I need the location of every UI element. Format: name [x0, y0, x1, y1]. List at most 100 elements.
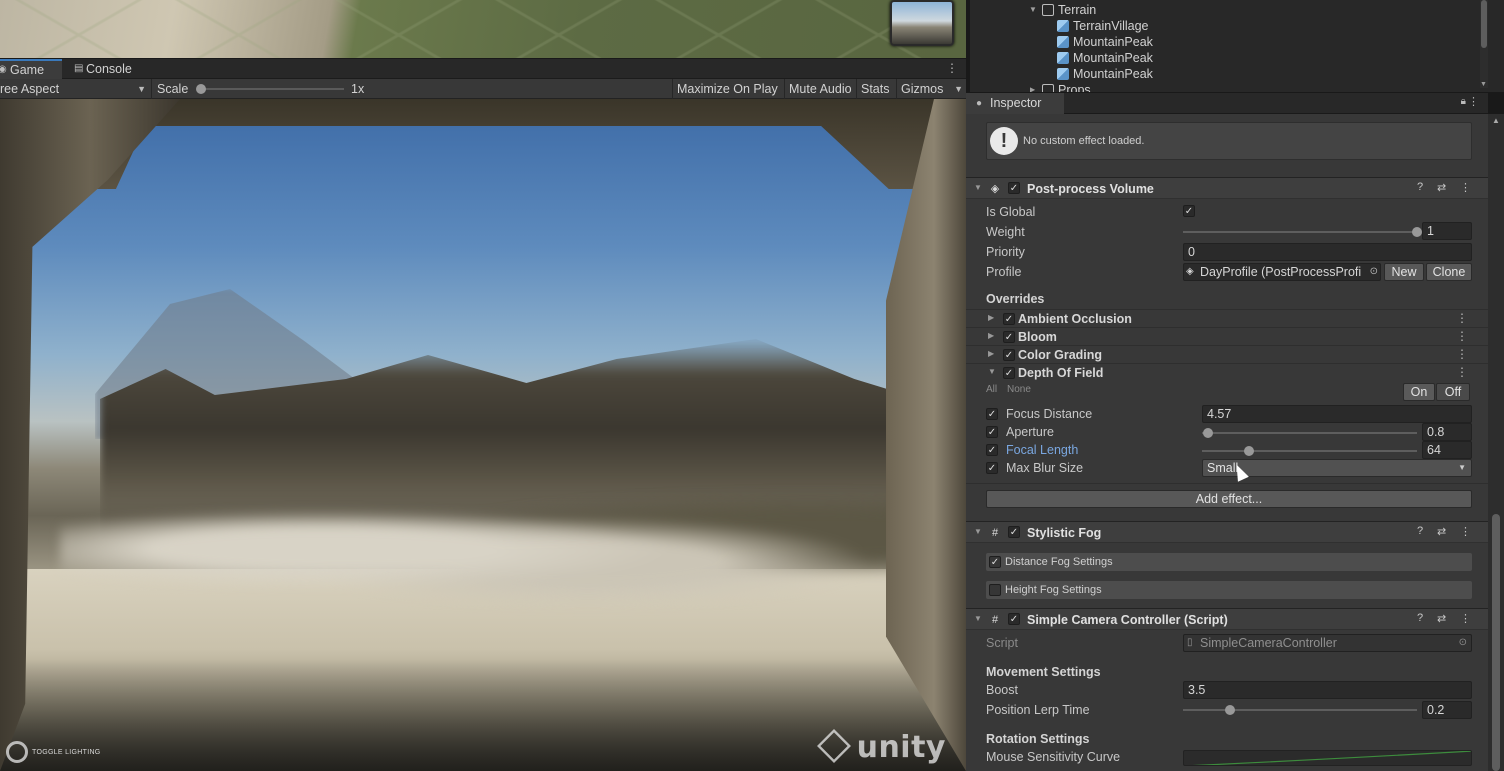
focus-distance-label: Focus Distance	[1006, 407, 1093, 421]
override-enabled-checkbox[interactable]: ✓	[1003, 367, 1015, 379]
position-lerp-time-field[interactable]: 0.2	[1422, 701, 1472, 719]
override-enabled-checkbox[interactable]: ✓	[1003, 349, 1015, 361]
scale-slider-track[interactable]	[198, 88, 344, 90]
tab-game[interactable]: ◉ Game	[0, 59, 62, 79]
distance-fog-checkbox[interactable]: ✓	[989, 556, 1001, 568]
override-depth-of-field[interactable]: ▼ ✓ Depth Of Field ⋮	[966, 363, 1488, 381]
focal-length-slider-knob[interactable]	[1244, 446, 1255, 456]
component-header-stylistic-fog[interactable]: ▼ # ✓ Stylistic Fog ? ⇄ ⋮	[966, 521, 1488, 543]
fold-closed-icon: ▶	[988, 349, 995, 358]
add-effect-button[interactable]: Add effect...	[986, 490, 1472, 508]
focal-length-field[interactable]: 64	[1422, 441, 1472, 459]
toggle-lighting-button[interactable]: TOGGLE LIGHTING	[6, 741, 101, 763]
hierarchy-item-mountainpeak[interactable]: MountainPeak	[1057, 34, 1153, 50]
max-blur-override-checkbox[interactable]: ✓	[986, 462, 998, 474]
scrollbar-thumb[interactable]	[1492, 514, 1500, 771]
mute-audio-button[interactable]: Mute Audio	[784, 79, 856, 99]
override-color-grading[interactable]: ▶ ✓ Color Grading ⋮	[966, 345, 1488, 363]
hierarchy-item-terrainvillage[interactable]: TerrainVillage	[1057, 18, 1149, 34]
lerp-slider-track[interactable]	[1183, 709, 1417, 711]
kebab-menu-icon[interactable]: ⋮	[946, 61, 958, 75]
kebab-menu-icon[interactable]: ⋮	[1456, 365, 1468, 379]
focal-length-slider-track[interactable]	[1202, 450, 1417, 452]
kebab-menu-icon[interactable]: ⋮	[1456, 347, 1468, 361]
hierarchy-item-mountainpeak[interactable]: MountainPeak	[1057, 66, 1153, 82]
inspector-scrollbar[interactable]: ▲	[1488, 114, 1504, 771]
help-icon[interactable]: ?	[1417, 525, 1423, 537]
scene-view[interactable]	[0, 0, 966, 58]
tab-inspector[interactable]: ● Inspector	[966, 93, 1064, 114]
focus-distance-field[interactable]: 4.57	[1202, 405, 1472, 423]
select-all-link[interactable]: All	[986, 384, 997, 395]
scale-slider-knob[interactable]	[196, 84, 206, 94]
tab-console[interactable]: ▤ Console	[72, 59, 152, 79]
hierarchy-item-terrain[interactable]: ▼ Terrain	[1029, 2, 1096, 18]
override-enabled-checkbox[interactable]: ✓	[1003, 313, 1015, 325]
aperture-slider-track[interactable]	[1202, 432, 1417, 434]
boost-field[interactable]: 3.5	[1183, 681, 1472, 699]
scrollbar-thumb[interactable]	[1481, 0, 1487, 48]
stats-button[interactable]: Stats	[856, 79, 894, 99]
component-enabled-checkbox[interactable]: ✓	[1008, 613, 1020, 625]
select-none-link[interactable]: None	[1007, 384, 1031, 395]
component-header-simple-camera-controller[interactable]: ▼ # ✓ Simple Camera Controller (Script) …	[966, 608, 1488, 630]
weight-slider-knob[interactable]	[1412, 227, 1422, 237]
component-enabled-checkbox[interactable]: ✓	[1008, 182, 1020, 194]
override-name: Ambient Occlusion	[1018, 312, 1132, 326]
aperture-field[interactable]: 0.8	[1422, 423, 1472, 441]
new-profile-button[interactable]: New	[1384, 263, 1424, 281]
fold-open-icon: ▼	[988, 367, 996, 376]
gizmos-dropdown[interactable]: Gizmos ▼	[896, 79, 966, 99]
presets-icon[interactable]: ⇄	[1437, 525, 1446, 538]
on-button[interactable]: On	[1403, 383, 1435, 401]
weight-slider-track[interactable]	[1183, 231, 1417, 233]
focal-length-override-checkbox[interactable]: ✓	[986, 444, 998, 456]
kebab-menu-icon[interactable]: ⋮	[1456, 311, 1468, 325]
aperture-override-checkbox[interactable]: ✓	[986, 426, 998, 438]
scroll-up-icon[interactable]: ▲	[1492, 116, 1500, 125]
game-tab-bar: ◉ Game ▤ Console ⋮	[0, 59, 966, 79]
maximize-on-play-button[interactable]: Maximize On Play	[672, 79, 782, 99]
profile-object-field[interactable]: ◈ DayProfile (PostProcessProfi ⊙	[1183, 263, 1381, 281]
is-global-checkbox[interactable]: ✓	[1183, 205, 1195, 217]
component-header-post-process-volume[interactable]: ▼ ◈ ✓ Post-process Volume ? ⇄ ⋮	[966, 177, 1488, 199]
component-enabled-checkbox[interactable]: ✓	[1008, 526, 1020, 538]
profile-asset-icon: ◈	[1186, 266, 1194, 277]
help-icon[interactable]: ?	[1417, 181, 1423, 193]
height-fog-checkbox[interactable]	[989, 584, 1001, 596]
game-toolbar: ree Aspect ▼ Scale 1x Maximize On Play M…	[0, 79, 966, 99]
post-process-icon: ◈	[990, 183, 1000, 195]
aspect-dropdown[interactable]: ree Aspect ▼	[0, 79, 150, 99]
kebab-menu-icon[interactable]: ⋮	[1460, 181, 1471, 194]
presets-icon[interactable]: ⇄	[1437, 181, 1446, 194]
height-fog-foldout[interactable]: Height Fog Settings	[986, 581, 1472, 599]
distance-fog-foldout[interactable]: ✓ Distance Fog Settings	[986, 553, 1472, 571]
hierarchy-item-mountainpeak[interactable]: MountainPeak	[1057, 50, 1153, 66]
weight-field[interactable]: 1	[1422, 222, 1472, 240]
presets-icon[interactable]: ⇄	[1437, 612, 1446, 625]
game-viewport[interactable]: TOGGLE LIGHTING unity	[0, 99, 966, 771]
mouse-sensitivity-curve-field[interactable]	[1183, 750, 1472, 766]
off-button[interactable]: Off	[1436, 383, 1470, 401]
info-icon: ●	[976, 98, 983, 109]
lock-icon[interactable]: 🔒︎	[1461, 96, 1466, 107]
kebab-menu-icon[interactable]: ⋮	[1460, 612, 1471, 625]
aperture-slider-knob[interactable]	[1203, 428, 1214, 438]
boost-label: Boost	[986, 683, 1018, 697]
help-icon[interactable]: ?	[1417, 612, 1423, 624]
kebab-menu-icon[interactable]: ⋮	[1468, 95, 1479, 108]
lerp-slider-knob[interactable]	[1224, 705, 1235, 715]
kebab-menu-icon[interactable]: ⋮	[1460, 525, 1471, 538]
clone-profile-button[interactable]: Clone	[1426, 263, 1472, 281]
scroll-down-icon[interactable]: ▼	[1480, 81, 1487, 88]
override-enabled-checkbox[interactable]: ✓	[1003, 331, 1015, 343]
dropdown-caret-icon: ▼	[137, 84, 146, 94]
kebab-menu-icon[interactable]: ⋮	[1456, 329, 1468, 343]
hierarchy-item-props[interactable]: ▶ Props	[1030, 82, 1091, 92]
hierarchy-scrollbar[interactable]: ▼	[1480, 0, 1488, 88]
focus-distance-override-checkbox[interactable]: ✓	[986, 408, 998, 420]
override-ambient-occlusion[interactable]: ▶ ✓ Ambient Occlusion ⋮	[966, 309, 1488, 327]
override-bloom[interactable]: ▶ ✓ Bloom ⋮	[966, 327, 1488, 345]
priority-field[interactable]: 0	[1183, 243, 1472, 261]
object-picker-icon[interactable]: ⊙	[1369, 264, 1378, 280]
